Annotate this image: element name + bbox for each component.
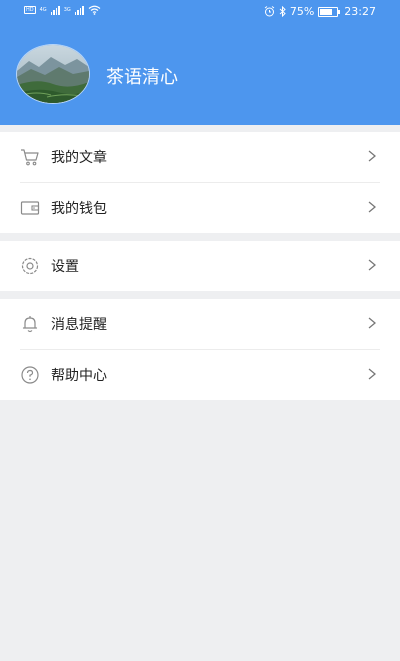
bluetooth-icon: [279, 6, 286, 17]
status-bar: HD 4G 3G 75% 23:27: [0, 0, 400, 24]
avatar[interactable]: [16, 44, 90, 104]
signal-icon-2: [74, 5, 84, 15]
menu-item-notifications[interactable]: 消息提醒: [0, 299, 400, 349]
chevron-right-icon: [368, 317, 376, 329]
profile-header: HD 4G 3G 75% 23:27 茶语清心: [0, 0, 400, 125]
menu-item-settings[interactable]: 设置: [0, 241, 400, 291]
menu-group-3: 消息提醒 帮助中心: [0, 299, 400, 400]
battery-percent: 75%: [289, 5, 315, 18]
chevron-right-icon: [368, 150, 376, 162]
hd-indicator: HD: [24, 6, 36, 14]
chevron-right-icon: [368, 259, 376, 271]
menu-item-label: 设置: [51, 259, 79, 275]
chevron-right-icon: [368, 368, 376, 380]
wifi-icon: [88, 5, 101, 15]
clock: 23:27: [344, 5, 376, 18]
battery-icon: [318, 6, 341, 17]
network-3g-label: 3G: [63, 7, 71, 13]
gear-icon: [21, 257, 39, 275]
cart-icon: [21, 149, 39, 166]
network-4g-label: 4G: [39, 7, 47, 13]
wallet-icon: [20, 201, 40, 215]
menu-item-my-articles[interactable]: 我的文章: [0, 132, 400, 182]
alarm-icon: [264, 6, 275, 17]
menu-item-label: 我的钱包: [51, 201, 107, 217]
question-icon: [21, 366, 39, 384]
signal-icon: [50, 5, 60, 15]
bell-icon: [22, 316, 38, 333]
menu-item-label: 帮助中心: [51, 368, 107, 384]
menu-item-label: 消息提醒: [51, 317, 107, 333]
menu-item-help-center[interactable]: 帮助中心: [0, 350, 400, 400]
menu-group-1: 我的文章 我的钱包: [0, 132, 400, 233]
menu-group-2: 设置: [0, 241, 400, 291]
chevron-right-icon: [368, 201, 376, 213]
username: 茶语清心: [106, 67, 178, 88]
menu-item-label: 我的文章: [51, 150, 107, 166]
menu-item-my-wallet[interactable]: 我的钱包: [0, 183, 400, 233]
